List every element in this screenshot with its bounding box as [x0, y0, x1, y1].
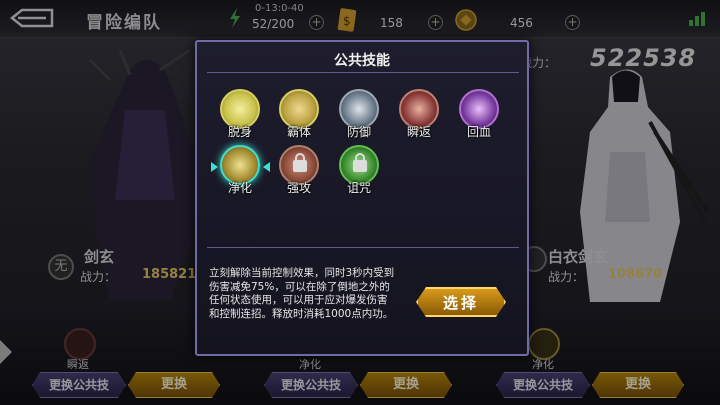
skill-counter[interactable]: 瞬返 — [397, 89, 441, 145]
skill-defense[interactable]: 防御 — [337, 89, 381, 145]
public-skills-dialog: 公共技能 脱身 霸体 防御 瞬返 回血 净化 强攻 诅咒 立刻解除当前控制效果，… — [195, 40, 529, 356]
selection-arrow-right-icon — [263, 162, 270, 172]
selection-arrow-left-icon — [211, 162, 218, 172]
skill-curse[interactable]: 诅咒 — [337, 145, 381, 201]
skill-label: 净化 — [227, 181, 252, 195]
skill-armor-body[interactable]: 霸体 — [277, 89, 321, 145]
skill-label: 强攻 — [286, 181, 311, 195]
skill-label: 脱身 — [227, 125, 252, 139]
select-button[interactable]: 选择 — [416, 287, 506, 317]
lock-icon — [293, 153, 307, 172]
divider-bottom — [207, 247, 519, 248]
skill-purify[interactable]: 净化 — [218, 145, 262, 201]
skill-label: 回血 — [466, 125, 491, 139]
skill-label: 诅咒 — [346, 181, 371, 195]
dialog-title: 公共技能 — [334, 53, 390, 69]
divider-top — [207, 72, 519, 73]
skill-label: 防御 — [346, 125, 371, 139]
skill-label: 霸体 — [286, 125, 311, 139]
skill-description: 立刻解除当前控制效果，同时3秒内受到伤害减免75%，可以在除了倒地之外的任何状态… — [209, 267, 395, 320]
skill-strong-attack[interactable]: 强攻 — [277, 145, 321, 201]
skill-label: 瞬返 — [406, 125, 431, 139]
lock-icon — [353, 153, 367, 172]
skill-escape[interactable]: 脱身 — [218, 89, 262, 145]
skill-heal[interactable]: 回血 — [457, 89, 501, 145]
